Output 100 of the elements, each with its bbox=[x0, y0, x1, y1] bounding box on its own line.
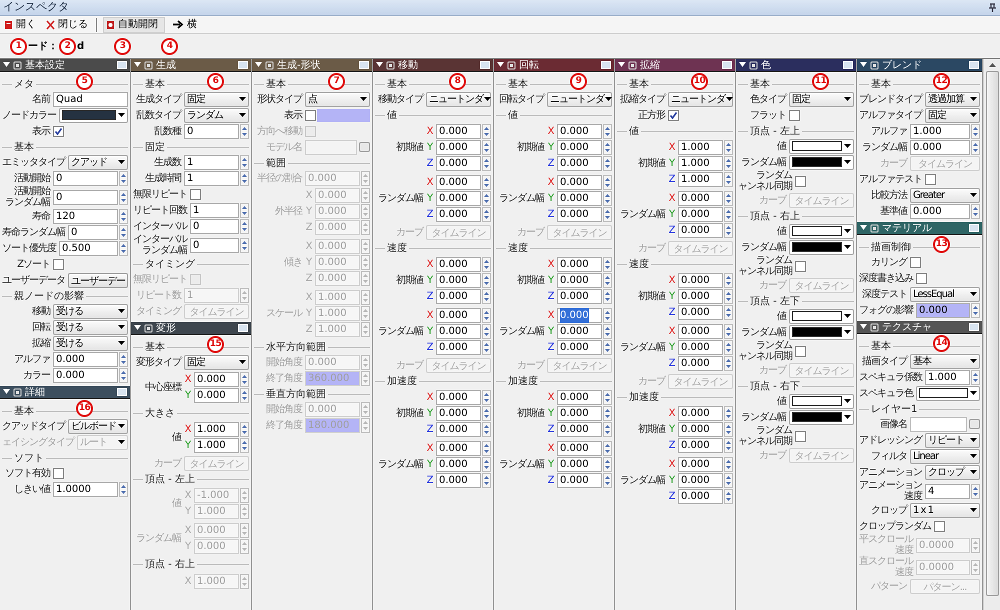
number-field[interactable]: 0.000 bbox=[557, 191, 602, 206]
dropdown[interactable]: 透過加算 bbox=[925, 92, 980, 106]
spin-buttons[interactable] bbox=[119, 208, 128, 224]
collapse-triangle-icon[interactable] bbox=[739, 62, 746, 68]
number-field[interactable]: 0 bbox=[184, 124, 239, 138]
dropdown[interactable]: 受ける bbox=[53, 304, 128, 318]
spin-buttons[interactable] bbox=[119, 352, 128, 366]
dropdown[interactable]: Greater bbox=[910, 188, 980, 202]
number-field[interactable]: 0.000 bbox=[436, 156, 481, 171]
number-field[interactable]: 0.000 bbox=[436, 406, 481, 421]
number-field[interactable]: 0.000 bbox=[557, 289, 602, 304]
panel-header[interactable]: 基本設定 bbox=[0, 59, 130, 72]
number-field[interactable]: 0.000 bbox=[436, 207, 481, 222]
panel-header[interactable]: 色 bbox=[736, 59, 856, 72]
number-field[interactable]: 1.000 bbox=[678, 156, 723, 171]
collapse-triangle-icon[interactable] bbox=[860, 324, 867, 330]
checkbox[interactable] bbox=[795, 260, 806, 272]
spin-buttons[interactable] bbox=[603, 257, 612, 272]
number-field[interactable]: 0.000 bbox=[557, 207, 602, 222]
number-field[interactable]: 0.000 bbox=[557, 457, 602, 472]
color-picker[interactable] bbox=[789, 324, 854, 340]
dropdown[interactable]: ニュートンダ bbox=[426, 92, 491, 106]
spin-buttons[interactable] bbox=[240, 170, 249, 186]
spin-buttons[interactable] bbox=[482, 191, 491, 206]
dropdown[interactable]: クアッド bbox=[68, 154, 128, 170]
color-picker[interactable] bbox=[789, 240, 854, 254]
dropdown[interactable]: 受ける bbox=[53, 320, 128, 334]
number-field[interactable]: 0.000 bbox=[436, 324, 481, 339]
file-field[interactable] bbox=[910, 416, 967, 432]
number-field[interactable]: 1 bbox=[184, 154, 239, 170]
spin-buttons[interactable] bbox=[724, 422, 733, 437]
spin-buttons[interactable] bbox=[971, 204, 980, 218]
checkbox[interactable] bbox=[53, 258, 64, 270]
checkbox[interactable] bbox=[795, 430, 806, 442]
spin-buttons[interactable] bbox=[971, 140, 980, 154]
collapse-triangle-icon[interactable] bbox=[134, 62, 141, 68]
spin-buttons[interactable] bbox=[482, 340, 491, 355]
number-field[interactable]: 0.000 bbox=[678, 438, 723, 453]
number-field[interactable]: 0.000 bbox=[678, 289, 723, 304]
scroll-up-arrow-icon[interactable] bbox=[988, 63, 996, 67]
spin-buttons[interactable] bbox=[482, 124, 491, 139]
spin-buttons[interactable] bbox=[482, 207, 491, 222]
number-field[interactable]: 0.000 bbox=[436, 390, 481, 405]
spin-buttons[interactable] bbox=[603, 441, 612, 456]
spin-buttons[interactable] bbox=[119, 224, 128, 240]
spin-buttons[interactable] bbox=[119, 190, 128, 204]
dropdown[interactable]: Linear bbox=[910, 448, 980, 464]
spin-buttons[interactable] bbox=[724, 207, 733, 222]
color-picker[interactable] bbox=[59, 108, 128, 122]
number-field[interactable]: 1.000 bbox=[194, 422, 239, 437]
number-field[interactable]: 0.000 bbox=[436, 457, 481, 472]
toolbar-button[interactable]: 開く bbox=[2, 16, 38, 32]
panel-header[interactable]: 移動 bbox=[373, 59, 493, 72]
spin-buttons[interactable] bbox=[724, 489, 733, 504]
spin-buttons[interactable] bbox=[240, 154, 249, 170]
number-field[interactable]: 0.000 bbox=[436, 289, 481, 304]
number-field[interactable]: 0.000 bbox=[557, 156, 602, 171]
number-field[interactable]: 0.000 bbox=[678, 273, 723, 288]
spin-buttons[interactable] bbox=[240, 388, 249, 403]
number-field[interactable]: 1 bbox=[190, 202, 239, 218]
number-field[interactable]: 0.000 bbox=[678, 324, 723, 339]
spin-buttons[interactable] bbox=[482, 441, 491, 456]
number-field[interactable]: 1 bbox=[184, 170, 239, 186]
toolbar-button[interactable]: 自動開閉 bbox=[103, 16, 165, 32]
spin-buttons[interactable] bbox=[724, 340, 733, 355]
panel-header[interactable]: 生成-形状 bbox=[252, 59, 372, 72]
number-field[interactable]: 120 bbox=[53, 208, 118, 224]
dropdown[interactable]: 固定 bbox=[184, 92, 249, 106]
number-field[interactable]: 0.000 bbox=[436, 257, 481, 272]
checkbox[interactable] bbox=[668, 110, 679, 120]
number-field[interactable]: 4 bbox=[925, 484, 970, 498]
number-field[interactable]: 0.000 bbox=[910, 204, 970, 218]
number-field[interactable]: 0.000 bbox=[678, 356, 723, 371]
number-field[interactable]: 0.000 bbox=[436, 340, 481, 355]
number-field[interactable]: 0.000 bbox=[678, 340, 723, 355]
checkbox[interactable] bbox=[789, 110, 800, 120]
number-field[interactable]: 0.000 bbox=[557, 140, 602, 155]
dropdown[interactable]: 点 bbox=[305, 92, 370, 106]
spin-buttons[interactable] bbox=[240, 218, 249, 234]
spin-buttons[interactable] bbox=[482, 324, 491, 339]
spin-buttons[interactable] bbox=[482, 390, 491, 405]
spin-buttons[interactable] bbox=[482, 422, 491, 437]
number-field[interactable]: 0.000 bbox=[678, 422, 723, 437]
collapse-triangle-icon[interactable] bbox=[376, 62, 383, 68]
spin-buttons[interactable] bbox=[603, 175, 612, 190]
spin-buttons[interactable] bbox=[119, 170, 128, 186]
scrollbar[interactable] bbox=[983, 59, 1000, 610]
toolbar-button[interactable]: 閉じる bbox=[44, 16, 90, 32]
timeline-button[interactable]: ユーザーデー bbox=[68, 272, 128, 288]
dropdown[interactable]: クロップ bbox=[925, 464, 980, 480]
number-field[interactable]: 0.000 bbox=[557, 308, 602, 323]
number-field[interactable]: 0.000 bbox=[557, 390, 602, 405]
checkbox[interactable] bbox=[305, 110, 316, 120]
panel-header[interactable]: マテリアル bbox=[857, 222, 982, 235]
checkbox[interactable] bbox=[795, 176, 806, 186]
spin-buttons[interactable] bbox=[240, 438, 249, 453]
collapse-triangle-icon[interactable] bbox=[3, 389, 10, 395]
pin-icon[interactable] bbox=[988, 2, 997, 12]
number-field[interactable]: 1.000 bbox=[678, 140, 723, 155]
number-field[interactable]: 0.000 bbox=[557, 324, 602, 339]
